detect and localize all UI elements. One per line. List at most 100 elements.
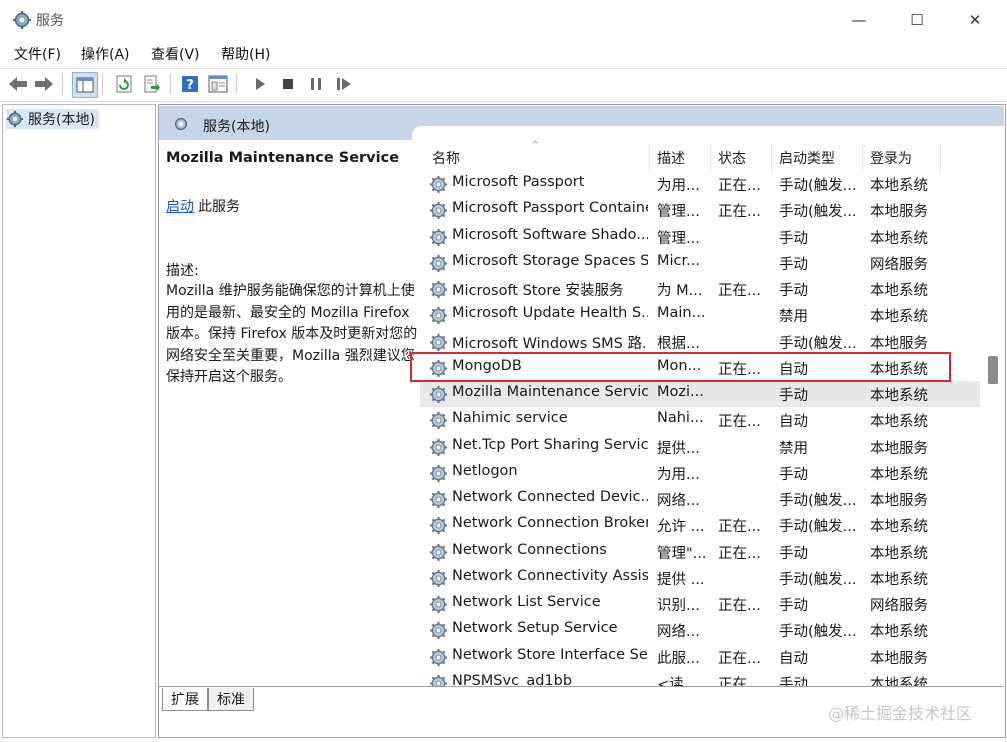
- table-row[interactable]: Network Setup Service 网络... 手动(触发... 本地系统: [420, 617, 980, 643]
- service-name: Microsoft Windows SMS 路...: [452, 335, 648, 352]
- refresh-icon[interactable]: [112, 72, 136, 96]
- table-row[interactable]: Network Connectivity Assis... 提供 ... 手动(触发…: [420, 565, 980, 591]
- column-divider[interactable]: [862, 144, 863, 172]
- search-gear-icon: [174, 117, 188, 131]
- table-row[interactable]: Netlogon 为用... 手动 本地系统: [420, 460, 980, 486]
- service-gear-icon: [429, 569, 448, 588]
- show-hide-tree-icon[interactable]: [72, 72, 98, 98]
- service-gear-icon: [429, 280, 448, 299]
- service-status: 正在...: [718, 204, 761, 221]
- selected-service-name: Mozilla Maintenance Service: [166, 150, 400, 166]
- table-row[interactable]: Network List Service 识别... 正在... 手动 网络服务: [420, 591, 980, 617]
- service-name: Netlogon: [452, 462, 518, 479]
- service-name: Network Connected Devic...: [452, 489, 648, 505]
- toolbar-separator: [102, 74, 103, 94]
- start-service-icon[interactable]: [248, 72, 272, 96]
- service-log-on-as: 网络服务: [870, 256, 928, 273]
- service-name: Microsoft Passport Container: [452, 200, 648, 217]
- column-divider[interactable]: [710, 144, 711, 172]
- service-status: 正在...: [718, 283, 761, 299]
- toolbar-separator: [62, 74, 63, 94]
- service-gear-icon: [429, 621, 448, 640]
- restart-service-icon[interactable]: [332, 72, 356, 96]
- scrollbar-thumb[interactable]: [988, 356, 998, 384]
- service-gear-icon: [429, 648, 448, 667]
- service-log-on-as: 本地服务: [870, 335, 928, 352]
- table-row[interactable]: Microsoft Storage Spaces S... Micr... 手动 网络…: [420, 250, 980, 276]
- help-icon[interactable]: ?: [178, 72, 202, 96]
- table-row[interactable]: Net.Tcp Port Sharing Service 提供... 禁用 本地服务: [420, 434, 980, 460]
- start-service-text: 此服务: [198, 199, 240, 215]
- service-status: 正在...: [718, 178, 761, 194]
- service-gear-icon: [429, 595, 448, 614]
- column-header-startup-type[interactable]: 启动类型: [779, 148, 835, 168]
- table-row[interactable]: Microsoft Passport 为用... 正在... 手动(触发... 本地系统: [420, 171, 980, 197]
- service-description-cell: 管理"...: [657, 545, 707, 562]
- service-startup-type: 手动(触发...: [779, 204, 857, 221]
- service-name: Microsoft Storage Spaces S...: [452, 252, 648, 269]
- table-row[interactable]: Microsoft Update Health S... Main... 禁用 本地系…: [420, 302, 980, 328]
- service-description-cell: Main...: [657, 305, 706, 322]
- service-description-cell: 提供 ...: [657, 571, 705, 588]
- table-row[interactable]: Nahimic service Nahi... 正在... 自动 本地系统: [420, 407, 980, 433]
- service-gear-icon: [429, 438, 448, 457]
- table-row[interactable]: Microsoft Passport Container 管理... 正在... 手动…: [420, 197, 980, 223]
- forward-icon[interactable]: [32, 72, 56, 96]
- service-description-cell: 网络...: [657, 493, 700, 509]
- pause-service-icon[interactable]: [304, 72, 328, 96]
- service-startup-type: 手动: [779, 545, 808, 562]
- tab-standard[interactable]: 标准: [208, 688, 254, 711]
- menu-file[interactable]: 文件(F): [14, 44, 61, 64]
- menu-view[interactable]: 查看(V): [151, 44, 200, 64]
- service-gear-icon: [429, 543, 448, 562]
- column-header-name[interactable]: 名称: [432, 148, 460, 168]
- service-gear-icon: [429, 385, 448, 404]
- menu-action[interactable]: 操作(A): [81, 44, 130, 64]
- tree-item-local-services[interactable]: 服务(本地): [6, 109, 99, 129]
- service-gear-icon: [429, 464, 448, 483]
- list-area-tab: [412, 126, 1004, 144]
- table-row[interactable]: Microsoft Store 安装服务 为 M... 正在... 手动 本地系统: [420, 276, 980, 302]
- column-divider[interactable]: [649, 144, 650, 172]
- stop-service-icon[interactable]: [276, 72, 300, 96]
- svg-text:?: ?: [186, 78, 194, 93]
- service-status: 正在...: [718, 650, 761, 667]
- properties-icon[interactable]: [206, 72, 230, 96]
- menu-help[interactable]: 帮助(H): [221, 44, 270, 64]
- table-row[interactable]: Network Connection Broker 允许 ... 正在... 手动(触…: [420, 512, 980, 538]
- column-divider[interactable]: [940, 144, 941, 172]
- service-description-cell: 网络...: [657, 624, 700, 641]
- minimize-button[interactable]: —: [830, 0, 888, 40]
- table-row[interactable]: Microsoft Windows SMS 路... 根据... 手动(触发... 本…: [420, 329, 980, 355]
- service-description-cell: 识别...: [657, 598, 700, 614]
- table-row[interactable]: Network Connected Devic... 网络... 手动(触发... 本…: [420, 486, 980, 512]
- service-startup-type: 手动(触发...: [779, 335, 857, 352]
- table-row[interactable]: Microsoft Software Shado... 管理... 手动 本地系统: [420, 224, 980, 250]
- export-list-icon[interactable]: [140, 72, 164, 96]
- navigation-tree[interactable]: [2, 104, 156, 738]
- table-row[interactable]: Mozilla Maintenance Service Mozi... 手动 本地系统: [420, 381, 980, 407]
- vertical-scrollbar[interactable]: [984, 146, 1002, 686]
- tab-extended[interactable]: 扩展: [162, 688, 208, 711]
- maximize-button[interactable]: ☐: [888, 0, 946, 40]
- service-name: Microsoft Update Health S...: [452, 305, 648, 322]
- service-description-cell: 为用...: [657, 178, 700, 194]
- service-startup-type: 手动: [779, 256, 808, 273]
- service-log-on-as: 本地系统: [870, 388, 928, 404]
- service-log-on-as: 本地系统: [870, 178, 928, 194]
- close-button[interactable]: ✕: [946, 0, 1004, 40]
- column-divider[interactable]: [771, 144, 772, 172]
- column-header-description[interactable]: 描述: [657, 148, 685, 168]
- back-icon[interactable]: [6, 72, 30, 96]
- service-log-on-as: 本地服务: [870, 440, 928, 457]
- column-header-status[interactable]: 状态: [718, 148, 746, 168]
- start-service-link[interactable]: 启动: [166, 196, 194, 216]
- service-description-cell: 根据...: [657, 335, 700, 352]
- watermark: @稀土掘金技术社区: [828, 704, 973, 723]
- service-gear-icon: [429, 411, 448, 430]
- table-row[interactable]: Network Store Interface Se... 此服... 正在... 自…: [420, 644, 980, 670]
- table-row[interactable]: Network Connections 管理"... 正在... 手动 本地系统: [420, 539, 980, 565]
- column-header-log-on-as[interactable]: 登录为: [870, 148, 912, 168]
- service-description-cell: 提供...: [657, 440, 700, 457]
- service-status: 正在...: [718, 519, 761, 536]
